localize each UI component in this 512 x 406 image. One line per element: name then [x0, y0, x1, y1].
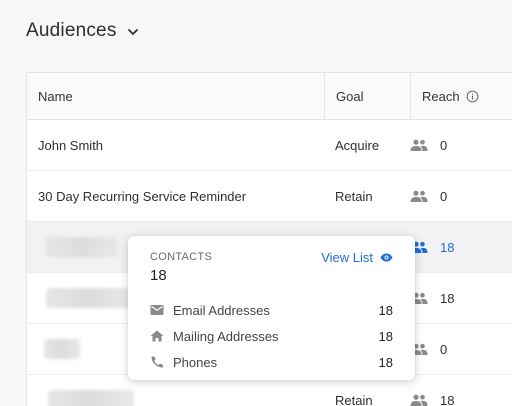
reach-count: 0 — [440, 188, 448, 204]
redacted-name — [44, 339, 80, 359]
table-row[interactable]: John Smith Acquire 0 — [27, 120, 512, 171]
column-header-reach[interactable]: Reach — [410, 73, 512, 119]
reach-count: 0 — [440, 137, 448, 153]
item-label: Email Addresses — [173, 302, 270, 318]
row-goal: Retain — [335, 188, 373, 204]
item-count: 18 — [378, 354, 393, 370]
item-count: 18 — [378, 328, 393, 344]
view-list-link[interactable]: View List — [321, 250, 393, 265]
redacted-name — [46, 237, 118, 257]
table-header: Name Goal Reach — [27, 73, 512, 120]
row-goal: Acquire — [335, 137, 380, 153]
chevron-down-icon — [127, 29, 138, 35]
row-reach[interactable]: 0 — [410, 120, 512, 170]
phone-icon — [151, 356, 163, 368]
eye-icon — [380, 253, 393, 262]
people-icon — [410, 394, 428, 406]
reach-count: 18 — [440, 392, 455, 406]
audiences-dropdown[interactable]: Audiences — [26, 20, 139, 42]
list-item: Email Addresses 18 — [150, 297, 393, 323]
view-list-label: View List — [321, 250, 373, 265]
page-title: Audiences — [26, 20, 117, 41]
row-name: 30 Day Recurring Service Reminder — [38, 188, 247, 204]
item-count: 18 — [378, 302, 393, 318]
contacts-label: CONTACTS — [150, 251, 213, 263]
column-header-name[interactable]: Name — [27, 73, 324, 119]
reach-count: 18 — [440, 239, 455, 255]
redacted-name — [48, 390, 134, 406]
reach-count: 0 — [440, 341, 448, 357]
contacts-popover: CONTACTS 18 View List Email Addresses 18 — [128, 236, 415, 380]
list-item: Mailing Addresses 18 — [150, 323, 393, 349]
item-label: Phones — [173, 354, 218, 370]
list-item: Phones 18 — [150, 349, 393, 375]
redacted-name — [46, 288, 130, 308]
home-icon — [150, 330, 164, 342]
row-reach[interactable]: 18 — [410, 222, 512, 272]
contacts-total: 18 — [150, 267, 167, 284]
row-reach[interactable]: 0 — [410, 171, 512, 221]
reach-count: 18 — [440, 290, 455, 306]
item-label: Mailing Addresses — [173, 328, 279, 344]
row-reach[interactable]: 18 — [410, 273, 512, 323]
row-reach[interactable]: 0 — [410, 324, 512, 374]
people-icon — [410, 139, 428, 151]
table-row[interactable]: 30 Day Recurring Service Reminder Retain… — [27, 171, 512, 222]
mail-icon — [150, 305, 164, 315]
column-header-reach-label: Reach — [422, 88, 460, 104]
row-reach[interactable]: 18 — [410, 375, 512, 406]
contacts-breakdown: Email Addresses 18 Mailing Addresses 18 … — [150, 297, 393, 375]
info-icon[interactable] — [466, 90, 479, 103]
people-icon — [410, 190, 428, 202]
row-name: John Smith — [38, 137, 104, 153]
column-header-goal[interactable]: Goal — [324, 73, 410, 119]
